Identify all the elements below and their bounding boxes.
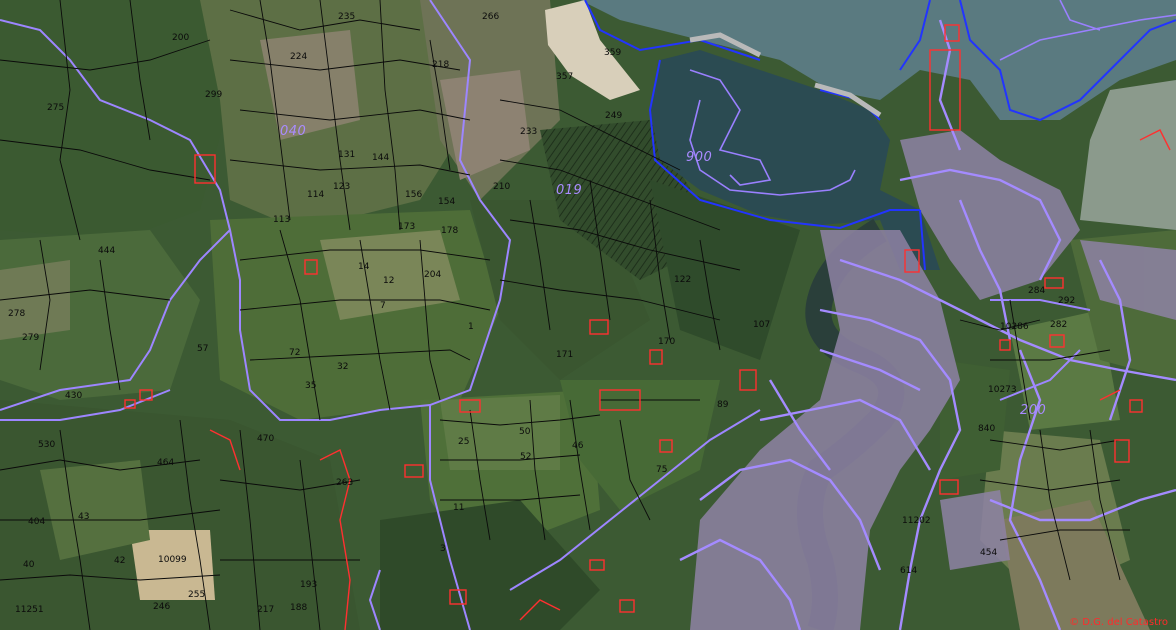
parcel-label: 279	[22, 333, 40, 343]
parcel-label: 263	[336, 478, 354, 488]
parcel-label: 200	[172, 33, 190, 43]
parcel-label: 7	[380, 301, 386, 311]
parcel-label: 10099	[158, 555, 187, 565]
parcel-label: 57	[197, 344, 209, 354]
parcel-label: 114	[307, 190, 325, 200]
parcel-label: 144	[372, 153, 390, 163]
zone-label: 200	[1020, 403, 1047, 418]
parcel-label: 170	[658, 337, 676, 347]
parcel-label: 235	[338, 12, 356, 22]
parcel-label: 530	[38, 440, 56, 450]
parcel-label: 25	[458, 437, 470, 447]
parcel-label: 10286	[1000, 322, 1029, 332]
parcel-label: 210	[493, 182, 511, 192]
parcel-label: 470	[257, 434, 275, 444]
parcel-label: 292	[1058, 296, 1076, 306]
parcel-label: 107	[753, 320, 771, 330]
parcel-label: 1	[468, 322, 474, 332]
parcel-label: 217	[257, 605, 275, 615]
parcel-label: 14	[358, 262, 370, 272]
parcel-label: 178	[441, 226, 459, 236]
parcel-label: 72	[289, 348, 301, 358]
parcel-label: 454	[980, 548, 998, 558]
parcel-label: 12	[383, 276, 395, 286]
parcel-label: 284	[1028, 286, 1046, 296]
parcel-label: 154	[438, 197, 456, 207]
cadastral-map[interactable]: 040 900 200 019 200 275 279 430 278 464 …	[0, 0, 1176, 630]
parcel-label: 404	[28, 517, 46, 527]
parcel-label: 46	[572, 441, 584, 451]
parcel-label: 3	[440, 544, 446, 554]
parcel-label: 50	[519, 427, 531, 437]
parcel-label: 42	[114, 556, 126, 566]
parcel-label: 173	[398, 222, 416, 232]
parcel-label: 275	[47, 103, 65, 113]
parcel-label: 52	[520, 452, 532, 462]
parcel-label: 444	[98, 246, 116, 256]
parcel-label: 40	[23, 560, 35, 570]
parcel-label: 89	[717, 400, 729, 410]
parcel-label: 35	[305, 381, 317, 391]
parcel-label: 122	[674, 275, 692, 285]
parcel-label: 32	[337, 362, 349, 372]
parcel-label: 464	[157, 458, 175, 468]
orthophoto-layer	[0, 0, 1176, 630]
copyright-notice: © D.G. del Catastro	[1069, 617, 1168, 628]
parcel-label: 10273	[988, 385, 1017, 395]
parcel-label: 11	[453, 503, 465, 513]
parcel-label: 123	[333, 182, 351, 192]
parcel-label: 218	[432, 60, 450, 70]
parcel-label: 171	[556, 350, 574, 360]
parcel-label: 840	[978, 424, 996, 434]
parcel-label: 188	[290, 603, 308, 613]
parcel-label: 430	[65, 391, 83, 401]
parcel-label: 233	[520, 127, 538, 137]
parcel-label: 246	[153, 602, 171, 612]
zone-label: 019	[556, 183, 583, 198]
parcel-label: 249	[605, 111, 623, 121]
parcel-label: 204	[424, 270, 442, 280]
parcel-label: 255	[188, 590, 206, 600]
parcel-label: 113	[273, 215, 291, 225]
parcel-label: 43	[78, 512, 90, 522]
parcel-label: 359	[604, 48, 622, 58]
parcel-label: 193	[300, 580, 318, 590]
zone-label: 900	[686, 150, 713, 165]
parcel-label: 75	[656, 465, 668, 475]
parcel-label: 357	[556, 72, 574, 82]
parcel-label: 614	[900, 566, 918, 576]
parcel-label: 278	[8, 309, 26, 319]
parcel-label: 266	[482, 12, 500, 22]
parcel-label: 299	[205, 90, 223, 100]
parcel-label: 131	[338, 150, 356, 160]
parcel-label: 282	[1050, 320, 1068, 330]
parcel-label: 11251	[15, 605, 44, 615]
zone-label: 040	[280, 124, 307, 139]
parcel-label: 156	[405, 190, 423, 200]
parcel-label: 11202	[902, 516, 931, 526]
parcel-label: 224	[290, 52, 308, 62]
